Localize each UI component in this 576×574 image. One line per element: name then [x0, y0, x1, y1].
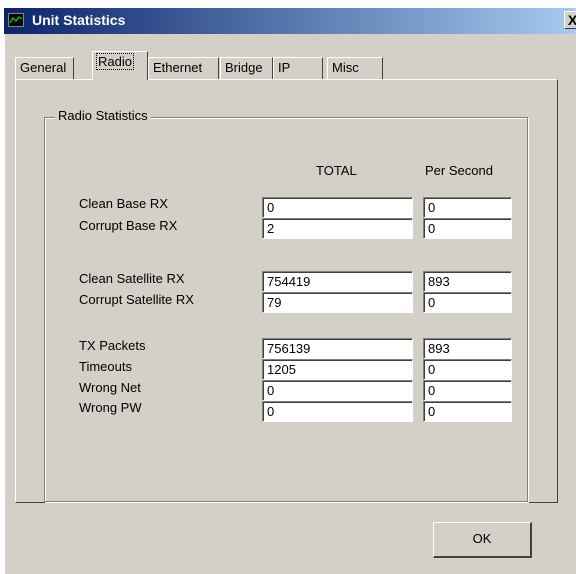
tab-label: Ethernet: [153, 60, 203, 75]
corrupt-satellite-rx-total-field[interactable]: 79: [262, 292, 413, 313]
label-clean-satellite-rx: Clean Satellite RX: [79, 271, 185, 286]
clean-base-rx-per-second-field[interactable]: 0: [423, 197, 512, 218]
clean-base-rx-total-field[interactable]: 0: [262, 197, 413, 218]
wrong-net-total-field[interactable]: 0: [262, 380, 413, 401]
per-second-header: Per Second: [425, 163, 493, 178]
timeouts-total-field[interactable]: 1205: [262, 359, 413, 380]
close-button[interactable]: X: [564, 11, 576, 29]
tab-general[interactable]: General: [15, 57, 74, 79]
tab-misc[interactable]: Misc: [327, 57, 383, 79]
label-tx-packets: TX Packets: [79, 338, 146, 353]
tab-label: Misc: [332, 60, 359, 75]
tab-label: General: [20, 60, 67, 75]
tab-label: Bridge: [225, 60, 263, 75]
corrupt-satellite-rx-per-second-field[interactable]: 0: [423, 292, 512, 313]
tx-packets-total-field[interactable]: 756139: [262, 338, 413, 359]
corrupt-base-rx-total-field[interactable]: 2: [262, 218, 413, 239]
tab-ip[interactable]: IP: [273, 57, 323, 79]
window-title: Unit Statistics: [32, 12, 126, 28]
title-bar: Unit Statistics X: [4, 8, 576, 34]
label-clean-base-rx: Clean Base RX: [79, 196, 168, 211]
total-header: TOTAL: [316, 163, 357, 178]
clean-satellite-rx-per-second-field[interactable]: 893: [423, 271, 512, 292]
clean-satellite-rx-total-field[interactable]: 754419: [262, 271, 413, 292]
wrong-net-per-second-field[interactable]: 0: [423, 380, 512, 401]
wrong-pw-per-second-field[interactable]: 0: [423, 401, 512, 422]
app-icon: [8, 13, 24, 27]
tab-label: IP: [278, 60, 291, 75]
label-timeouts: Timeouts: [79, 359, 132, 374]
wrong-pw-total-field[interactable]: 0: [262, 401, 413, 422]
tab-ethernet[interactable]: Ethernet: [148, 57, 219, 79]
label-corrupt-satellite-rx: Corrupt Satellite RX: [79, 292, 194, 307]
ok-button[interactable]: OK: [433, 522, 532, 558]
label-corrupt-base-rx: Corrupt Base RX: [79, 218, 178, 233]
label-wrong-net: Wrong Net: [79, 380, 141, 395]
timeouts-per-second-field[interactable]: 0: [423, 359, 512, 380]
tab-label: Radio: [96, 53, 134, 70]
corrupt-base-rx-per-second-field[interactable]: 0: [423, 218, 512, 239]
label-wrong-pw: Wrong PW: [79, 400, 142, 415]
tab-bridge[interactable]: Bridge: [220, 57, 273, 79]
tab-radio[interactable]: Radio: [92, 51, 148, 80]
group-title: Radio Statistics: [55, 108, 151, 123]
tx-packets-per-second-field[interactable]: 893: [423, 338, 512, 359]
